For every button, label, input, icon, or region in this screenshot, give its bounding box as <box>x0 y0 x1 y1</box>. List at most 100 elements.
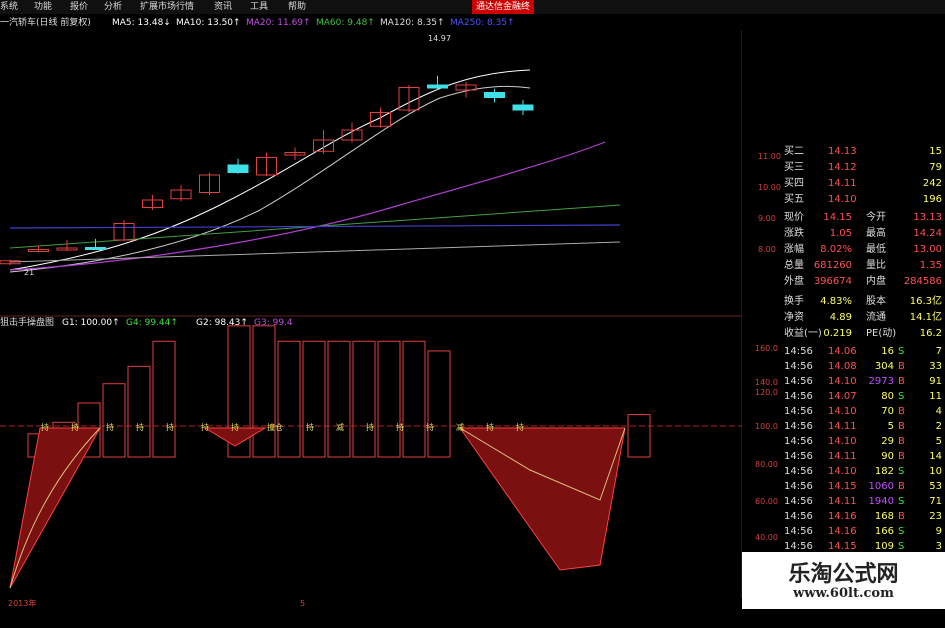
order-price: 14.13 <box>828 146 857 157</box>
ma250-value: MA250: 8.35↑ <box>450 18 515 28</box>
order-price: 14.12 <box>828 162 857 173</box>
order-price: 14.11 <box>828 178 857 189</box>
quote-row: 14:56 14.06 16 S 7 <box>780 344 945 359</box>
tick-num: 9 <box>935 526 942 537</box>
tick-num: 53 <box>929 481 942 492</box>
signal-label: 持 <box>306 422 314 432</box>
indicator-title[interactable]: 狙击手操盘图 <box>0 316 54 330</box>
quote-row: 14:56 14.07 80 S 11 <box>780 389 945 404</box>
tick-num: 2 <box>935 421 942 432</box>
menu-item-system[interactable]: 系统 <box>0 0 18 14</box>
indicator-bar <box>327 340 351 458</box>
brand-tag[interactable]: 通达信金融终 <box>472 0 534 14</box>
tick-time: 14:56 <box>784 481 813 492</box>
g4-value: G4: 99.44↑ <box>126 318 178 328</box>
ind-tick: 100.0 <box>755 422 778 431</box>
stat-key: 流通 <box>866 312 886 323</box>
quote-row: 14:56 14.11 5 B 2 <box>780 419 945 434</box>
ma10-line <box>9 85 531 273</box>
menu-item-help[interactable]: 帮助 <box>288 0 306 14</box>
quote-row: 14:56 14.11 90 B 14 <box>780 449 945 464</box>
stat-value: 396674 <box>813 276 852 287</box>
order-vol: 196 <box>922 194 942 205</box>
tick-vol: 16 <box>881 346 894 357</box>
tick-vol: 1940 <box>868 496 894 507</box>
order-name: 买四 <box>784 178 804 189</box>
tick-time: 14:56 <box>784 451 813 462</box>
tick-price: 14.10 <box>828 466 857 477</box>
quote-row: 买二 14.13 15 <box>780 144 945 160</box>
ind-tick: 140.0 <box>755 378 778 387</box>
ma10-value: MA10: 13.50↑ <box>176 18 241 28</box>
signal-label: 持 <box>231 422 239 432</box>
tick-vol: 304 <box>874 361 894 372</box>
tick-price: 14.16 <box>828 526 857 537</box>
signal-label: 持 <box>106 422 114 432</box>
indicator-bar <box>127 365 151 458</box>
tick-price: 14.10 <box>828 406 857 417</box>
quote-row: 买四 14.11 242 <box>780 176 945 192</box>
stat-value: 16.3亿 <box>909 296 942 307</box>
candle-body[interactable] <box>85 247 106 250</box>
indicator-bar <box>377 340 401 458</box>
tick-vol: 90 <box>881 451 894 462</box>
ma60-value: MA60: 9.48↑ <box>316 18 375 28</box>
tick-num: 14 <box>929 451 942 462</box>
watermark-title: 乐淘公式网 <box>788 561 899 587</box>
quote-row: 外盘 396674 内盘 284586 <box>780 274 945 290</box>
menu-item-function[interactable]: 功能 <box>34 0 52 14</box>
order-vol: 79 <box>929 162 942 173</box>
stat-value: 4.83% <box>820 296 852 307</box>
stat-key: 涨幅 <box>784 244 804 255</box>
tick-price: 14.15 <box>828 481 857 492</box>
signal-label: 持 <box>366 422 374 432</box>
tick-price: 14.11 <box>828 421 857 432</box>
tick-vol: 80 <box>881 391 894 402</box>
order-name: 买三 <box>784 162 804 173</box>
stat-value: 1.05 <box>829 228 852 239</box>
tick-time: 14:56 <box>784 421 813 432</box>
ind-tick: 40.00 <box>755 533 778 542</box>
tick-vol: 29 <box>881 436 894 447</box>
tick-num: 91 <box>929 376 942 387</box>
signal-label: 减 <box>456 422 464 432</box>
indicator-wedge <box>9 427 101 589</box>
candle-body[interactable] <box>227 164 249 173</box>
stat-key: 现价 <box>784 212 804 223</box>
quote-row: 涨幅 8.02% 最低 13.00 <box>780 242 945 258</box>
ma-legend: 一汽轿车(日线 前复权) MA5: 13.48↓ MA10: 13.50↑ MA… <box>0 16 540 30</box>
menu-item-news[interactable]: 资讯 <box>214 0 232 14</box>
tick-vol: 70 <box>881 406 894 417</box>
tick-time: 14:56 <box>784 346 813 357</box>
tick-time: 14:56 <box>784 361 813 372</box>
order-name: 买五 <box>784 194 804 205</box>
menu-item-extended-market[interactable]: 扩展市场行情 <box>140 0 194 14</box>
stat-key: 最高 <box>866 228 886 239</box>
stat-value: 1.35 <box>919 260 942 271</box>
menu-item-tools[interactable]: 工具 <box>250 0 268 14</box>
signal-label: 减 <box>336 422 344 432</box>
stat-key: 最低 <box>866 244 886 255</box>
tick-price: 14.07 <box>828 391 857 402</box>
candle-body[interactable] <box>512 104 534 111</box>
g1-value: G1: 100.00↑ <box>62 318 120 328</box>
quote-row: 涨跌 1.05 最高 14.24 <box>780 226 945 242</box>
tick-num: 10 <box>929 466 942 477</box>
low-price-label: 21 <box>24 268 35 277</box>
indicator-bar <box>627 414 651 458</box>
candle-body[interactable] <box>484 92 505 98</box>
stat-key: 换手 <box>784 296 804 307</box>
menu-item-analysis[interactable]: 分析 <box>104 0 122 14</box>
stat-key: 总量 <box>784 260 804 271</box>
tick-price: 14.06 <box>828 346 857 357</box>
indicator-legend: 狙击手操盘图 G1: 100.00↑ G4: 99.44↑ G2: 98.43↑… <box>0 316 540 330</box>
date-mark: 5 <box>300 599 306 608</box>
chart-title[interactable]: 一汽轿车(日线 前复权) <box>0 16 91 30</box>
stat-key: 净资 <box>784 312 804 323</box>
menu-item-quote[interactable]: 报价 <box>70 0 88 14</box>
signal-label: 撞仓 <box>267 422 283 432</box>
ma20-value: MA20: 11.69↑ <box>246 18 311 28</box>
candle-body[interactable] <box>427 84 448 89</box>
tick-num: 4 <box>935 406 942 417</box>
signal-label: 持 <box>71 422 79 432</box>
